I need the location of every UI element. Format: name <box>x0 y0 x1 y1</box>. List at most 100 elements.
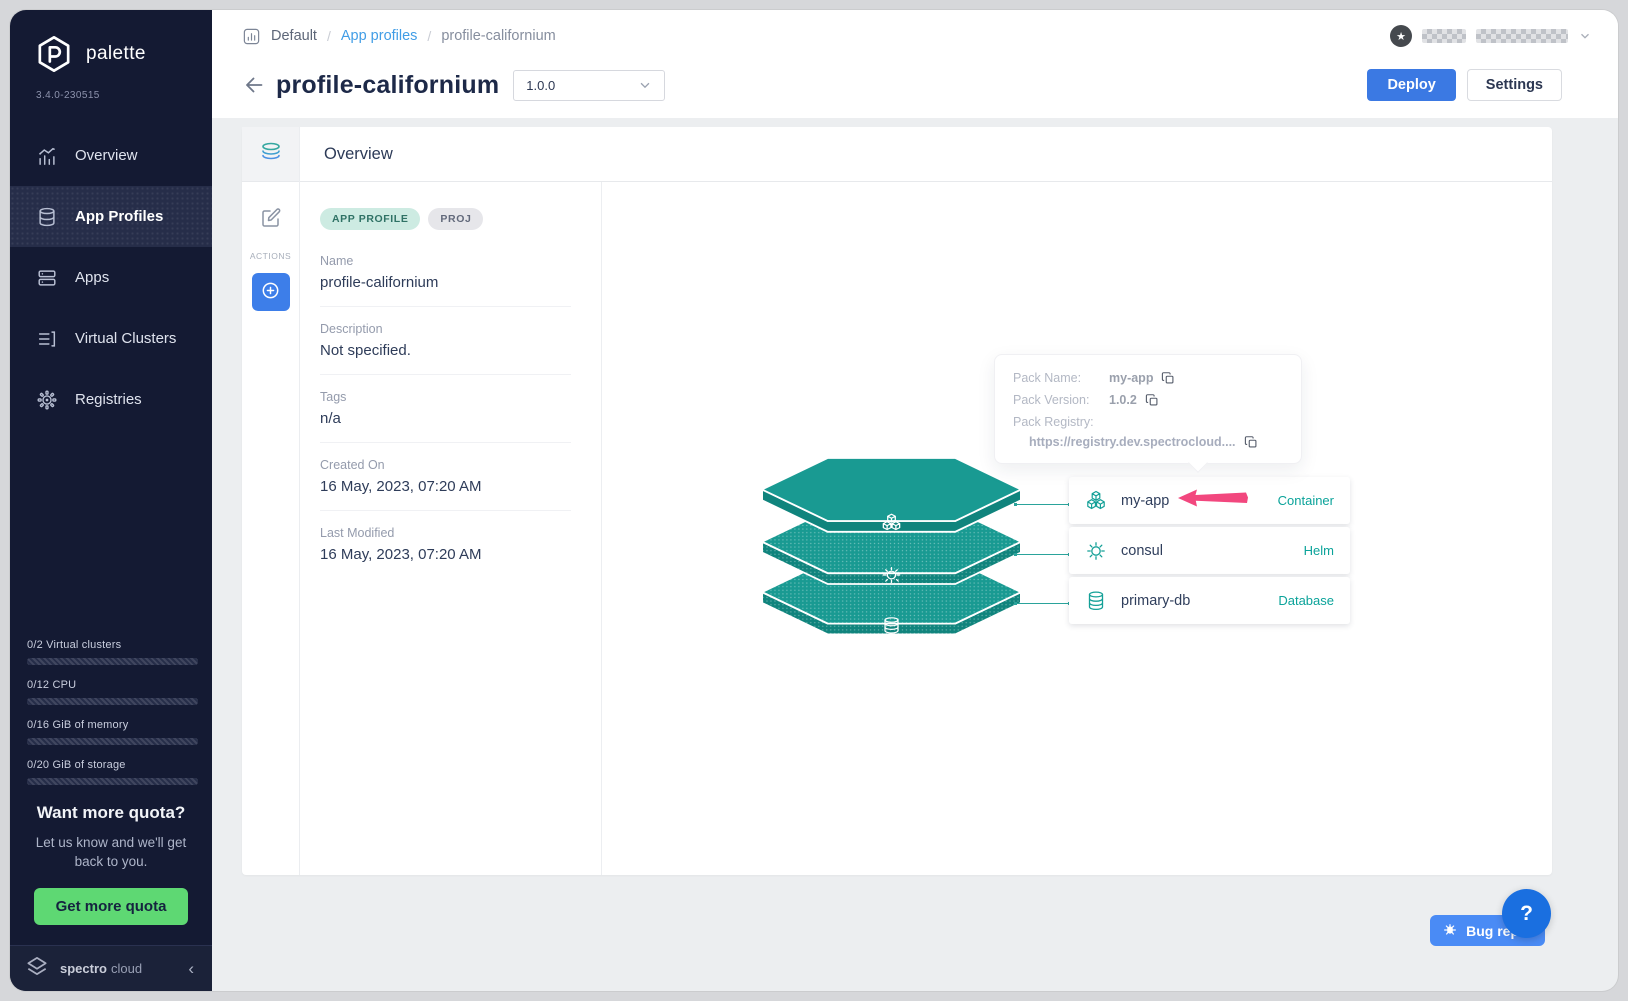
sidebar-item-apps[interactable]: Apps <box>10 247 212 308</box>
sidebar: palette 3.4.0-230515 Overview <box>10 10 212 991</box>
breadcrumb: Default / App profiles / profile-califor… <box>212 10 1618 52</box>
promo-body: Let us know and we'll get back to you. <box>28 833 194 872</box>
brand-row: palette <box>10 10 212 74</box>
back-button[interactable] <box>242 73 266 97</box>
overview-tab-title: Overview <box>300 127 1552 182</box>
add-tier-button[interactable] <box>252 273 290 311</box>
sidebar-item-label: Registries <box>75 391 142 408</box>
card-main: Overview APP PROFILE PROJ Name profile-c… <box>300 127 1552 875</box>
connector-line <box>1015 504 1070 505</box>
profile-diagram-canvas: Pack Name: my-app <box>602 182 1552 875</box>
badges-row: APP PROFILE PROJ <box>320 208 571 230</box>
deploy-button[interactable]: Deploy <box>1367 69 1455 101</box>
footer-brand-secondary: cloud <box>111 961 142 976</box>
app-window: palette 3.4.0-230515 Overview <box>10 10 1618 991</box>
sidebar-nav: Overview App Profiles <box>10 125 212 430</box>
main-area: Default / App profiles / profile-califor… <box>212 10 1618 991</box>
star-button[interactable]: ★ <box>1390 25 1412 47</box>
page-header: profile-californium 1.0.0 Deploy Setting… <box>212 52 1618 118</box>
field-name: Name profile-californium <box>320 254 571 307</box>
pack-row-consul[interactable]: consul Helm <box>1069 527 1350 574</box>
app-profile-stack-diagram <box>762 458 1021 638</box>
profile-card: ACTIONS Overview <box>242 127 1552 875</box>
quota-virtual-clusters: 0/2 Virtual clusters <box>27 639 198 665</box>
container-cubes-icon <box>1085 490 1107 512</box>
sidebar-footer: spectro cloud ‹ <box>10 945 212 991</box>
quota-cpu: 0/12 CPU <box>27 679 198 705</box>
brand-name: palette <box>86 43 146 65</box>
quota-section: 0/2 Virtual clusters 0/12 CPU 0/16 GiB o… <box>10 639 212 799</box>
field-created-on: Created On 16 May, 2023, 07:20 AM <box>320 458 571 511</box>
sidebar-item-overview[interactable]: Overview <box>10 125 212 186</box>
quota-bar <box>27 658 198 665</box>
quota-bar <box>27 778 198 785</box>
user-name-redacted <box>1476 29 1568 43</box>
promo-title: Want more quota? <box>28 803 194 823</box>
field-last-modified: Last Modified 16 May, 2023, 07:20 AM <box>320 526 571 578</box>
database-stack-icon <box>36 206 58 228</box>
tooltip-pack-name: Pack Name: my-app <box>1013 371 1283 385</box>
pack-tooltip: Pack Name: my-app <box>994 354 1302 464</box>
cluster-list-icon <box>36 328 58 350</box>
copy-icon[interactable] <box>1161 371 1175 385</box>
breadcrumb-current: profile-californium <box>441 28 555 44</box>
profile-details-panel: APP PROFILE PROJ Name profile-californiu… <box>300 182 602 875</box>
layers-icon <box>258 140 284 169</box>
page-title: profile-californium <box>276 71 499 100</box>
sidebar-collapse-button[interactable]: ‹ <box>188 960 194 977</box>
tab-edit[interactable] <box>259 206 283 235</box>
sidebar-item-label: Overview <box>75 147 138 164</box>
tooltip-pack-registry: Pack Registry: https://registry.dev.spec… <box>1013 415 1283 449</box>
sidebar-item-label: App Profiles <box>75 208 163 225</box>
proj-badge: PROJ <box>428 208 483 230</box>
version-select-value: 1.0.0 <box>526 78 555 93</box>
user-name-redacted <box>1422 29 1466 43</box>
helm-icon <box>1085 540 1107 562</box>
project-dashboard-icon <box>242 27 261 46</box>
copy-icon[interactable] <box>1145 393 1159 407</box>
bug-icon <box>1442 921 1458 940</box>
user-menu-chevron-down-icon[interactable] <box>1578 29 1592 43</box>
sidebar-item-app-profiles[interactable]: App Profiles <box>10 186 212 247</box>
tab-overview-layers[interactable] <box>242 127 299 182</box>
spectro-cloud-logo-icon <box>24 953 50 984</box>
gear-icon <box>36 389 58 411</box>
field-description: Description Not specified. <box>320 322 571 375</box>
pack-row-primary-db[interactable]: primary-db Database <box>1069 577 1350 624</box>
sidebar-item-registries[interactable]: Registries <box>10 369 212 430</box>
quota-bar <box>27 698 198 705</box>
app-profile-badge: APP PROFILE <box>320 208 420 230</box>
content-area: ACTIONS Overview <box>212 118 1618 991</box>
topbar: Default / App profiles / profile-califor… <box>212 10 1618 118</box>
sidebar-item-virtual-clusters[interactable]: Virtual Clusters <box>10 308 212 369</box>
annotation-arrow-icon <box>1176 488 1250 508</box>
sidebar-item-label: Apps <box>75 269 109 286</box>
sidebar-item-label: Virtual Clusters <box>75 330 176 347</box>
edit-pencil-icon <box>259 206 283 235</box>
actions-label: ACTIONS <box>250 251 291 261</box>
connector-line <box>1015 603 1070 604</box>
breadcrumb-separator: / <box>327 28 331 44</box>
breadcrumb-app-profiles[interactable]: App profiles <box>341 28 418 44</box>
palette-logo-icon <box>34 34 74 74</box>
database-icon <box>1085 590 1107 612</box>
bar-chart-icon <box>36 145 58 167</box>
quota-bar <box>27 738 198 745</box>
version-select[interactable]: 1.0.0 <box>513 70 665 101</box>
footer-brand-primary: spectro <box>60 961 107 976</box>
breadcrumb-separator: / <box>427 28 431 44</box>
build-version: 3.4.0-230515 <box>10 74 212 101</box>
get-more-quota-button[interactable]: Get more quota <box>34 888 189 925</box>
copy-icon[interactable] <box>1244 435 1258 449</box>
help-button[interactable]: ? <box>1502 889 1551 938</box>
breadcrumb-project[interactable]: Default <box>271 28 317 44</box>
servers-icon <box>36 267 58 289</box>
settings-button[interactable]: Settings <box>1467 69 1562 101</box>
field-tags: Tags n/a <box>320 390 571 443</box>
vertical-tabstrip: ACTIONS <box>242 127 300 875</box>
tooltip-pack-version: Pack Version: 1.0.2 <box>1013 393 1283 407</box>
plus-circle-icon <box>260 280 281 304</box>
quota-storage: 0/20 GiB of storage <box>27 759 198 785</box>
connector-line <box>1015 554 1070 555</box>
quota-promo: Want more quota? Let us know and we'll g… <box>10 799 212 925</box>
